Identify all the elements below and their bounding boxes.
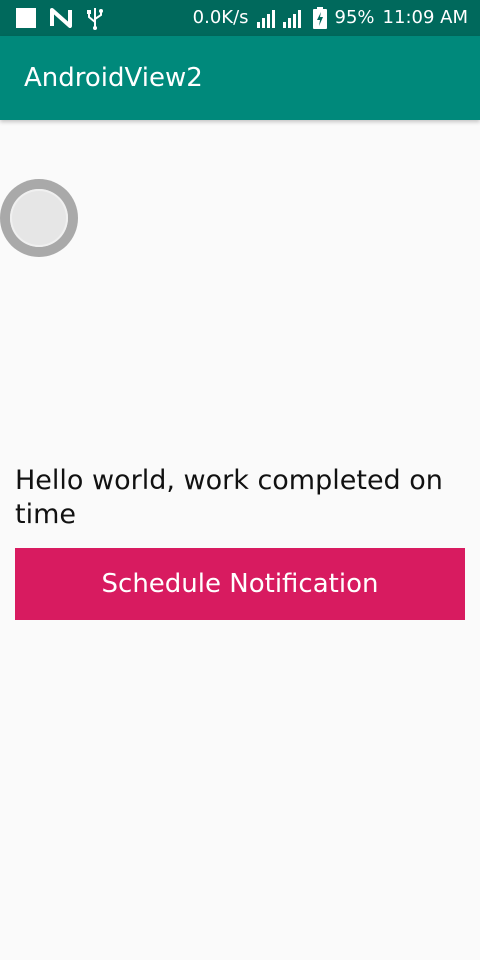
status-bar: 0.0K/s 95% 11:09 AM (0, 0, 480, 36)
schedule-notification-button[interactable]: Schedule Notification (15, 548, 465, 620)
network-speed: 0.0K/s (192, 7, 249, 28)
n-notification-icon (50, 8, 72, 28)
status-indicators: 0.0K/s 95% 11:09 AM (193, 7, 468, 29)
radio-button-inner (10, 189, 68, 247)
main-content: Hello world, work completed on time Sche… (0, 120, 480, 960)
radio-button[interactable] (0, 179, 78, 257)
app-bar: AndroidView2 (0, 36, 480, 120)
message-text: Hello world, work completed on time (15, 465, 443, 530)
app-title: AndroidView2 (24, 63, 203, 93)
battery-icon (312, 7, 327, 29)
square-notification-icon (16, 8, 36, 28)
signal-icon (256, 8, 305, 28)
notification-icons (16, 6, 104, 30)
clock: 11:09 AM (382, 7, 468, 28)
usb-icon (86, 6, 104, 30)
battery-percent: 95% (334, 7, 375, 28)
